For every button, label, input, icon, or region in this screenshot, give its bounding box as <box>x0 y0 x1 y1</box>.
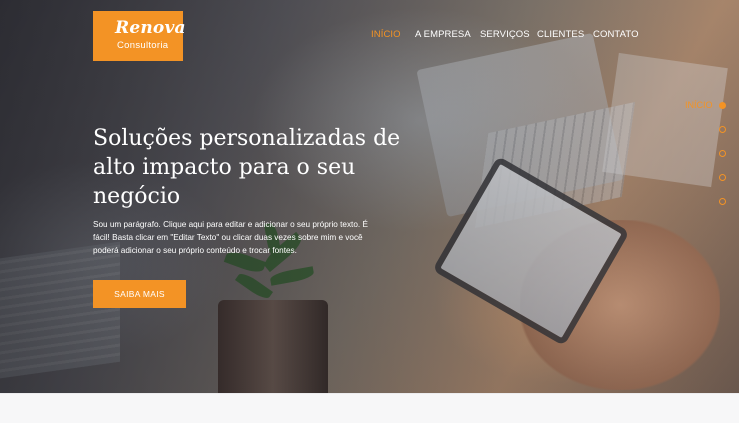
next-section <box>0 393 739 423</box>
hero-headline: Soluções personalizadas de alto impacto … <box>93 126 401 209</box>
slide-dot[interactable] <box>719 198 726 205</box>
saiba-mais-button[interactable]: SAIBA MAIS <box>93 280 186 308</box>
hero-paragraph: Sou um parágrafo. Clique aqui para edita… <box>93 220 368 256</box>
slide-dot[interactable] <box>719 174 726 181</box>
nav-item-clientes[interactable]: CLIENTES <box>537 29 584 40</box>
site-logo[interactable]: Renova Consultoria <box>93 11 186 61</box>
nav-item-a-empresa[interactable]: A EMPRESA <box>415 29 471 40</box>
nav-item-contato[interactable]: CONTATO <box>593 29 639 40</box>
nav-item-servicos[interactable]: SERVIÇOS <box>480 29 530 40</box>
logo-tagline: Consultoria <box>117 40 169 51</box>
slide-nav-active-label: INÍCIO <box>685 100 713 110</box>
slide-dot[interactable] <box>719 126 726 133</box>
logo-wordmark: Renova <box>115 18 186 38</box>
nav-item-inicio[interactable]: INÍCIO <box>371 29 401 40</box>
slide-dot[interactable] <box>719 150 726 157</box>
slide-dot[interactable] <box>719 102 726 109</box>
